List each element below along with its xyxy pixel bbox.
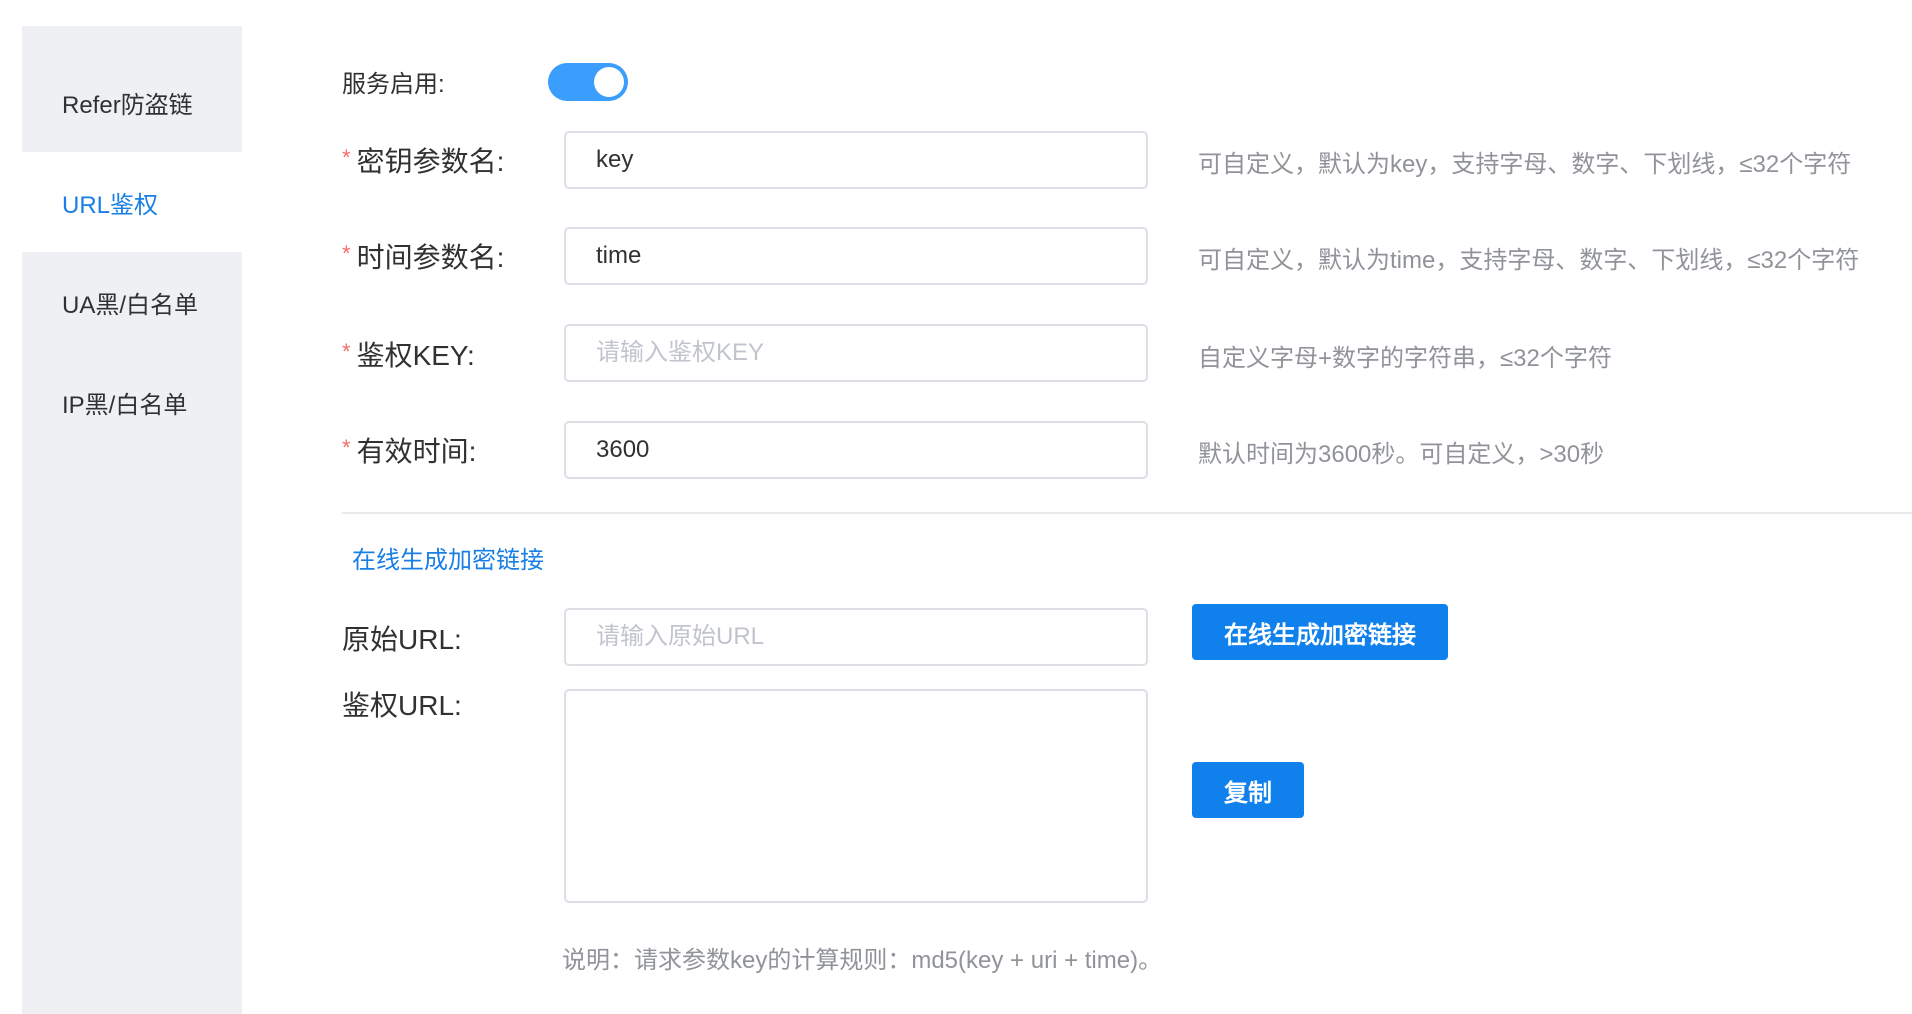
valid-time-hint: 默认时间为3600秒。可自定义，>30秒: [1198, 441, 1605, 468]
main-panel: 服务启用: *密钥参数名: 可自定义，默认为key，支持字母、数字、下划线，≤3…: [342, 0, 1912, 1014]
time-param-label-text: 时间参数名:: [356, 242, 505, 273]
service-enabled-label: 服务启用:: [342, 71, 445, 98]
sidebar-item-ip-list[interactable]: IP黑/白名单: [22, 352, 242, 452]
required-mark: *: [342, 339, 351, 364]
auth-url-textarea[interactable]: [564, 689, 1148, 903]
auth-url-label: 鉴权URL:: [342, 690, 462, 721]
key-param-label-text: 密钥参数名:: [356, 146, 505, 177]
generate-link-section-title[interactable]: 在线生成加密链接: [352, 540, 544, 575]
service-enabled-toggle[interactable]: [548, 63, 628, 101]
sidebar-item-label: URL鉴权: [62, 191, 159, 219]
calculation-note: 说明：请求参数key的计算规则：md5(key + uri + time)。: [562, 947, 1163, 974]
auth-key-hint: 自定义字母+数字的字符串，≤32个字符: [1198, 345, 1612, 372]
time-param-hint: 可自定义，默认为time，支持字母、数字、下划线，≤32个字符: [1198, 247, 1860, 274]
section-divider: [342, 512, 1912, 514]
auth-key-label-text: 鉴权KEY:: [356, 340, 475, 371]
origin-url-label: 原始URL:: [342, 624, 462, 655]
required-mark: *: [342, 435, 351, 460]
valid-time-label: * 有效时间:: [342, 430, 476, 470]
sidebar-item-refer-hotlink[interactable]: Refer防盗链: [22, 52, 242, 152]
required-mark: *: [342, 145, 351, 170]
auth-key-input[interactable]: [564, 324, 1148, 382]
auth-key-label: * 鉴权KEY:: [342, 334, 475, 374]
toggle-knob: [594, 67, 624, 97]
required-mark: *: [342, 241, 351, 266]
valid-time-input[interactable]: [564, 421, 1148, 479]
sidebar-item-label: IP黑/白名单: [62, 391, 188, 419]
key-param-hint: 可自定义，默认为key，支持字母、数字、下划线，≤32个字符: [1198, 151, 1852, 178]
time-param-input[interactable]: [564, 227, 1148, 285]
copy-button[interactable]: 复制: [1192, 762, 1304, 818]
time-param-label: * 时间参数名:: [342, 236, 504, 276]
sidebar-item-label: Refer防盗链: [62, 91, 193, 119]
key-param-label: * 密钥参数名:: [342, 140, 504, 180]
sidebar-item-ua-list[interactable]: UA黑/白名单: [22, 252, 242, 352]
sidebar-nav: Refer防盗链 URL鉴权 UA黑/白名单 IP黑/白名单: [22, 26, 242, 1014]
key-param-input[interactable]: [564, 131, 1148, 189]
sidebar-item-label: UA黑/白名单: [62, 291, 199, 319]
origin-url-input[interactable]: [564, 608, 1148, 666]
generate-link-button[interactable]: 在线生成加密链接: [1192, 604, 1448, 660]
sidebar-item-url-auth[interactable]: URL鉴权: [22, 152, 242, 252]
valid-time-label-text: 有效时间:: [356, 436, 477, 467]
